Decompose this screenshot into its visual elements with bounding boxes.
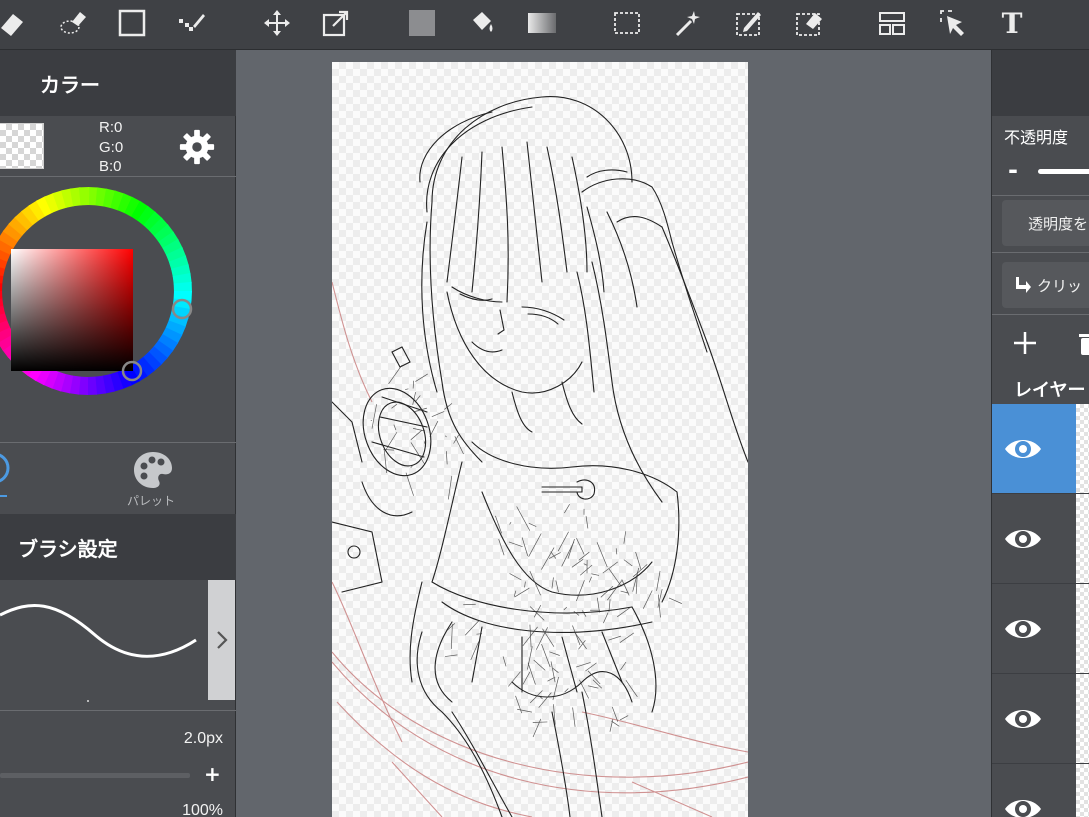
brush-opacity-value: 100% [182, 802, 223, 817]
eraser-icon [1, 14, 23, 36]
gradient-tool-button[interactable] [524, 5, 560, 41]
trash-icon[interactable] [1078, 332, 1089, 356]
brush-expand-button[interactable] [208, 580, 235, 700]
select-eraser-tool-button[interactable] [791, 5, 827, 41]
layer-visibility-toggle[interactable] [992, 674, 1054, 763]
chevron-right-icon [216, 631, 228, 649]
select-pen-icon [736, 12, 761, 36]
select-rect-icon [614, 12, 640, 34]
layer-visibility-toggle[interactable] [992, 764, 1054, 817]
active-tab-indicator [0, 495, 7, 497]
left-panel: カラー R:0 G:0 B:0 パレット ブラシ設定 2.0px + 100% [0, 50, 236, 817]
layer-row[interactable] [992, 674, 1089, 764]
layer-thumbnail [1076, 764, 1089, 817]
text-icon: T [1001, 6, 1023, 40]
layer-panel-header[interactable] [992, 50, 1089, 116]
drawing-canvas[interactable] [332, 62, 748, 817]
color-panel-title: カラー [40, 72, 100, 97]
opacity-decrease-button[interactable]: - [1008, 156, 1018, 184]
sketch-artwork [332, 96, 748, 817]
layer-thumbnail [1076, 674, 1089, 763]
text-tool-button[interactable]: T [994, 5, 1030, 41]
layout-tool-button[interactable] [874, 5, 910, 41]
eye-icon [1005, 709, 1041, 728]
layer-row[interactable] [992, 494, 1089, 584]
palette-tab-label[interactable]: パレット [127, 492, 175, 509]
divider [992, 195, 1089, 196]
select-rect-tool-button[interactable] [609, 5, 645, 41]
brush-size-value: 2.0px [183, 730, 223, 747]
protect-alpha-label: 透明度を [1028, 214, 1089, 233]
brush-panel-title: ブラシ設定 [18, 536, 118, 561]
color-panel-header[interactable]: カラー [0, 50, 236, 116]
gradient-icon [528, 13, 556, 33]
color-wheel-tab-icon[interactable] [0, 448, 12, 488]
fill-color-icon [409, 10, 435, 36]
clipping-arrow-icon [1016, 277, 1031, 293]
brush-stroke-preview [0, 604, 197, 702]
move-tool-button[interactable] [259, 5, 295, 41]
eye-icon [1005, 619, 1041, 638]
layer-row[interactable] [992, 584, 1089, 674]
eye-icon [1005, 529, 1041, 548]
lasso-eraser-tool-button[interactable] [55, 5, 91, 41]
clipping-button[interactable]: クリッ [1002, 262, 1089, 308]
eraser-tool-button[interactable] [0, 5, 30, 41]
operation-icon [940, 10, 964, 36]
transform-tool-button[interactable] [318, 5, 354, 41]
layer-opacity-label: 不透明度 [1004, 128, 1069, 147]
eye-icon [1005, 799, 1041, 817]
layer-list-heading: レイヤー [1014, 380, 1086, 401]
layer-thumbnail [1076, 494, 1089, 583]
red-value: R:0 [99, 119, 123, 136]
layer-opacity-slider[interactable] [1038, 169, 1089, 174]
layer-thumbnail [1076, 584, 1089, 673]
layer-visibility-toggle[interactable] [992, 584, 1054, 673]
fill-color-tool-button[interactable] [404, 5, 440, 41]
transform-icon [322, 10, 349, 37]
magic-wand-tool-button[interactable] [670, 5, 706, 41]
blue-value: B:0 [99, 158, 122, 175]
layer-panel: 不透明度 - 透明度を クリッ レイヤー [991, 50, 1089, 817]
current-color-swatch[interactable] [0, 123, 44, 169]
layer-visibility-toggle[interactable] [992, 494, 1054, 583]
brush-panel-header[interactable]: ブラシ設定 [0, 514, 236, 580]
protect-alpha-button[interactable]: 透明度を [1002, 200, 1089, 246]
bucket-tool-button[interactable] [464, 5, 500, 41]
layer-row[interactable] [992, 764, 1089, 817]
divider [0, 710, 236, 711]
layer-row[interactable] [992, 404, 1089, 494]
divider [0, 176, 236, 177]
layout-icon [879, 12, 905, 35]
select-pen-tool-button[interactable] [731, 5, 767, 41]
select-eraser-icon [796, 13, 822, 36]
lasso-eraser-icon [60, 12, 86, 34]
dot-pen-tool-button[interactable] [174, 5, 210, 41]
dot-pen-icon [179, 14, 205, 31]
rectangle-icon [118, 9, 146, 37]
move-icon [264, 10, 290, 36]
color-wheel[interactable] [0, 183, 196, 399]
rectangle-tool-button[interactable] [114, 5, 150, 41]
layer-thumbnail [1076, 404, 1089, 493]
magic-wand-icon [675, 11, 700, 37]
divider [0, 442, 236, 443]
operation-tool-button[interactable] [935, 5, 971, 41]
brush-size-slider[interactable] [0, 773, 190, 778]
green-value: G:0 [99, 139, 124, 156]
top-toolbar: T [0, 0, 1089, 50]
palette-icon[interactable] [132, 450, 174, 490]
eye-icon [1005, 439, 1041, 458]
divider [992, 252, 1089, 253]
clipping-label: クリッ [1037, 276, 1083, 295]
brush-size-plus-button[interactable]: + [204, 762, 221, 786]
divider [992, 314, 1089, 315]
gear-icon[interactable] [178, 128, 216, 166]
add-layer-icon[interactable] [1012, 330, 1038, 356]
layer-visibility-toggle[interactable] [992, 404, 1054, 493]
bucket-icon [473, 12, 493, 32]
